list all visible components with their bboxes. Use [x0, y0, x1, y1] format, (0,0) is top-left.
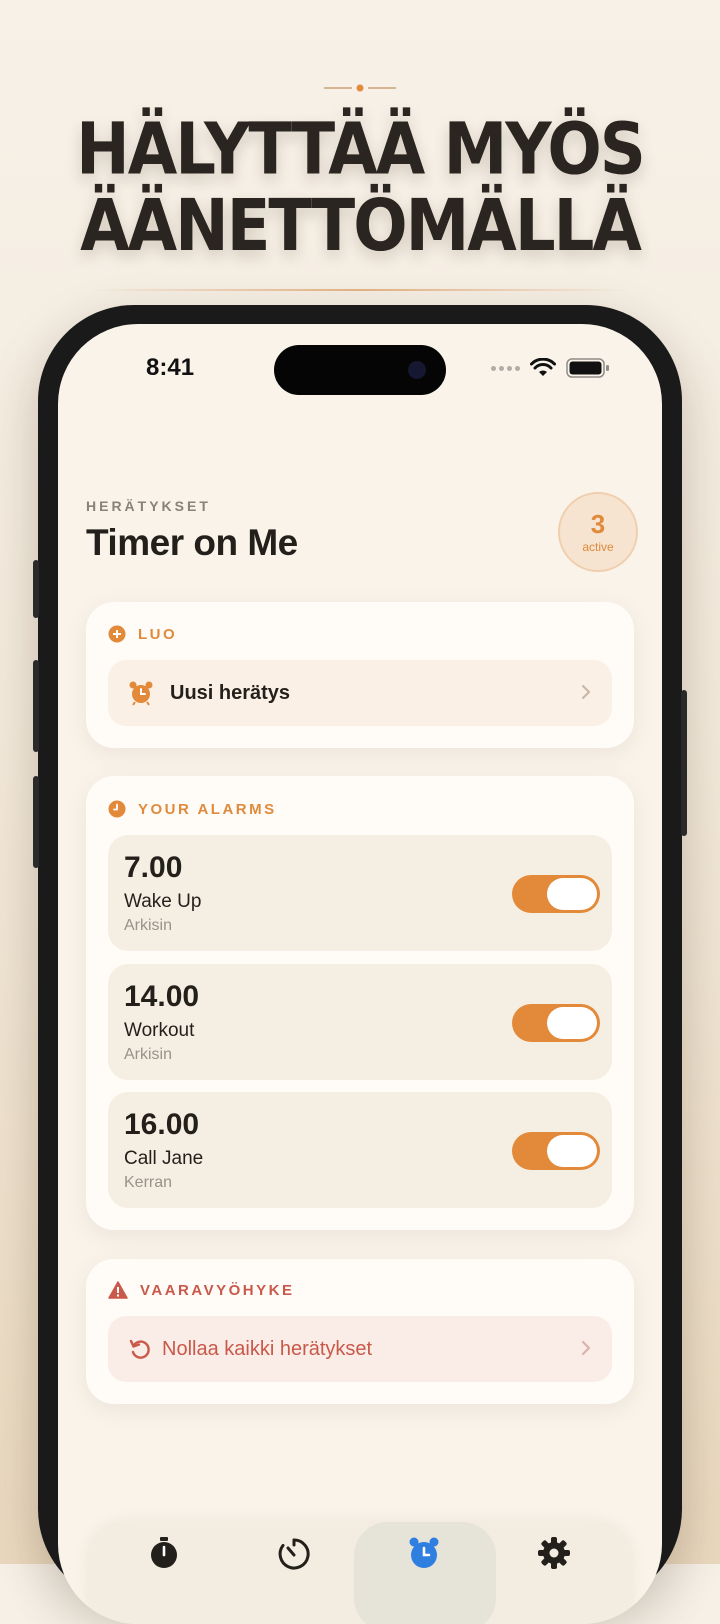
- new-alarm-button[interactable]: Uusi herätys: [108, 660, 612, 726]
- create-section-header: LUO: [108, 625, 177, 643]
- alarms-card: YOUR ALARMS 7.00 Wake Up Arkisin 14.00 W…: [86, 776, 634, 1230]
- alarm-row[interactable]: 7.00 Wake Up Arkisin: [108, 835, 612, 951]
- phone-action-button: [33, 560, 39, 618]
- status-time: 8:41: [146, 354, 195, 381]
- gear-icon: [538, 1537, 570, 1569]
- status-indicators: [491, 358, 610, 378]
- tab-stopwatch[interactable]: [144, 1536, 184, 1576]
- alarm-time: 14.00: [124, 980, 200, 1013]
- dynamic-island: [274, 345, 446, 395]
- cellular-signal-icon: [491, 365, 520, 371]
- alarm-toggle[interactable]: [512, 1132, 600, 1170]
- alarm-row[interactable]: 16.00 Call Jane Kerran: [108, 1092, 612, 1208]
- create-section-title: LUO: [138, 625, 178, 643]
- phone-volume-up-button: [33, 660, 39, 752]
- alarm-time: 16.00: [124, 1108, 200, 1141]
- page-title: Timer on Me: [86, 522, 298, 563]
- alarm-toggle[interactable]: [512, 1004, 600, 1042]
- alarm-row[interactable]: 14.00 Workout Arkisin: [108, 964, 612, 1080]
- phone-screen: 8:41 HERÄTYKSET Timer on Me 3 active LUO: [58, 324, 662, 1624]
- stopwatch-icon: [151, 1537, 177, 1568]
- timer-icon: [278, 1538, 310, 1570]
- active-label: active: [582, 540, 614, 554]
- alarm-time: 7.00: [124, 851, 183, 884]
- alarm-repeat: Arkisin: [124, 1046, 173, 1063]
- alarm-repeat: Kerran: [124, 1174, 173, 1191]
- battery-icon: [566, 358, 609, 378]
- headline-line-1: HÄLYTTÄÄ MYÖS: [76, 108, 646, 192]
- alarms-section-header: YOUR ALARMS: [108, 800, 277, 818]
- chevron-right-icon: [581, 684, 591, 700]
- decorative-divider: [90, 289, 630, 291]
- marketing-headline: HÄLYTTÄÄ MYÖS ÄÄNETTÖMÄLLÄ: [0, 112, 720, 264]
- warning-icon: [108, 1281, 128, 1299]
- alarm-toggle[interactable]: [512, 875, 600, 913]
- toggle-knob: [547, 878, 597, 910]
- alarm-name: Call Jane: [124, 1148, 204, 1169]
- plus-circle-icon: [108, 625, 126, 643]
- reset-icon: [129, 1339, 150, 1359]
- phone-volume-down-button: [33, 776, 39, 868]
- create-card: LUO Uusi herätys: [86, 602, 634, 748]
- section-eyebrow: HERÄTYKSET: [86, 498, 211, 514]
- wifi-icon: [530, 358, 556, 376]
- headline-line-2: ÄÄNETTÖMÄLLÄ: [80, 184, 642, 268]
- danger-section-header: VAARAVYÖHYKE: [108, 1281, 294, 1299]
- reset-all-label: Nollaa kaikki herätykset: [162, 1337, 373, 1360]
- alarm-clock-icon: [129, 681, 153, 706]
- active-count-badge: 3 active: [558, 492, 638, 572]
- front-camera: [408, 361, 426, 379]
- danger-zone-card: VAARAVYÖHYKE Nollaa kaikki herätykset: [86, 1259, 634, 1404]
- decorative-ornament: [324, 84, 396, 92]
- tab-settings[interactable]: [534, 1536, 574, 1576]
- alarm-name: Workout: [124, 1020, 195, 1041]
- toggle-knob: [547, 1135, 597, 1167]
- alarm-repeat: Arkisin: [124, 917, 173, 934]
- phone-power-button: [681, 690, 687, 836]
- alarms-section-title: YOUR ALARMS: [138, 800, 277, 818]
- danger-section-title: VAARAVYÖHYKE: [140, 1281, 295, 1299]
- tab-bar: [86, 1522, 634, 1624]
- tab-timer[interactable]: [274, 1536, 314, 1576]
- alarm-clock-icon: [409, 1537, 439, 1568]
- new-alarm-label: Uusi herätys: [170, 681, 291, 704]
- reset-all-alarms-button[interactable]: Nollaa kaikki herätykset: [108, 1316, 612, 1382]
- chevron-right-icon: [581, 1340, 591, 1356]
- tab-alarms[interactable]: [404, 1536, 444, 1576]
- clock-icon: [108, 800, 126, 818]
- toggle-knob: [547, 1007, 597, 1039]
- alarm-name: Wake Up: [124, 891, 202, 912]
- active-count: 3: [590, 509, 606, 539]
